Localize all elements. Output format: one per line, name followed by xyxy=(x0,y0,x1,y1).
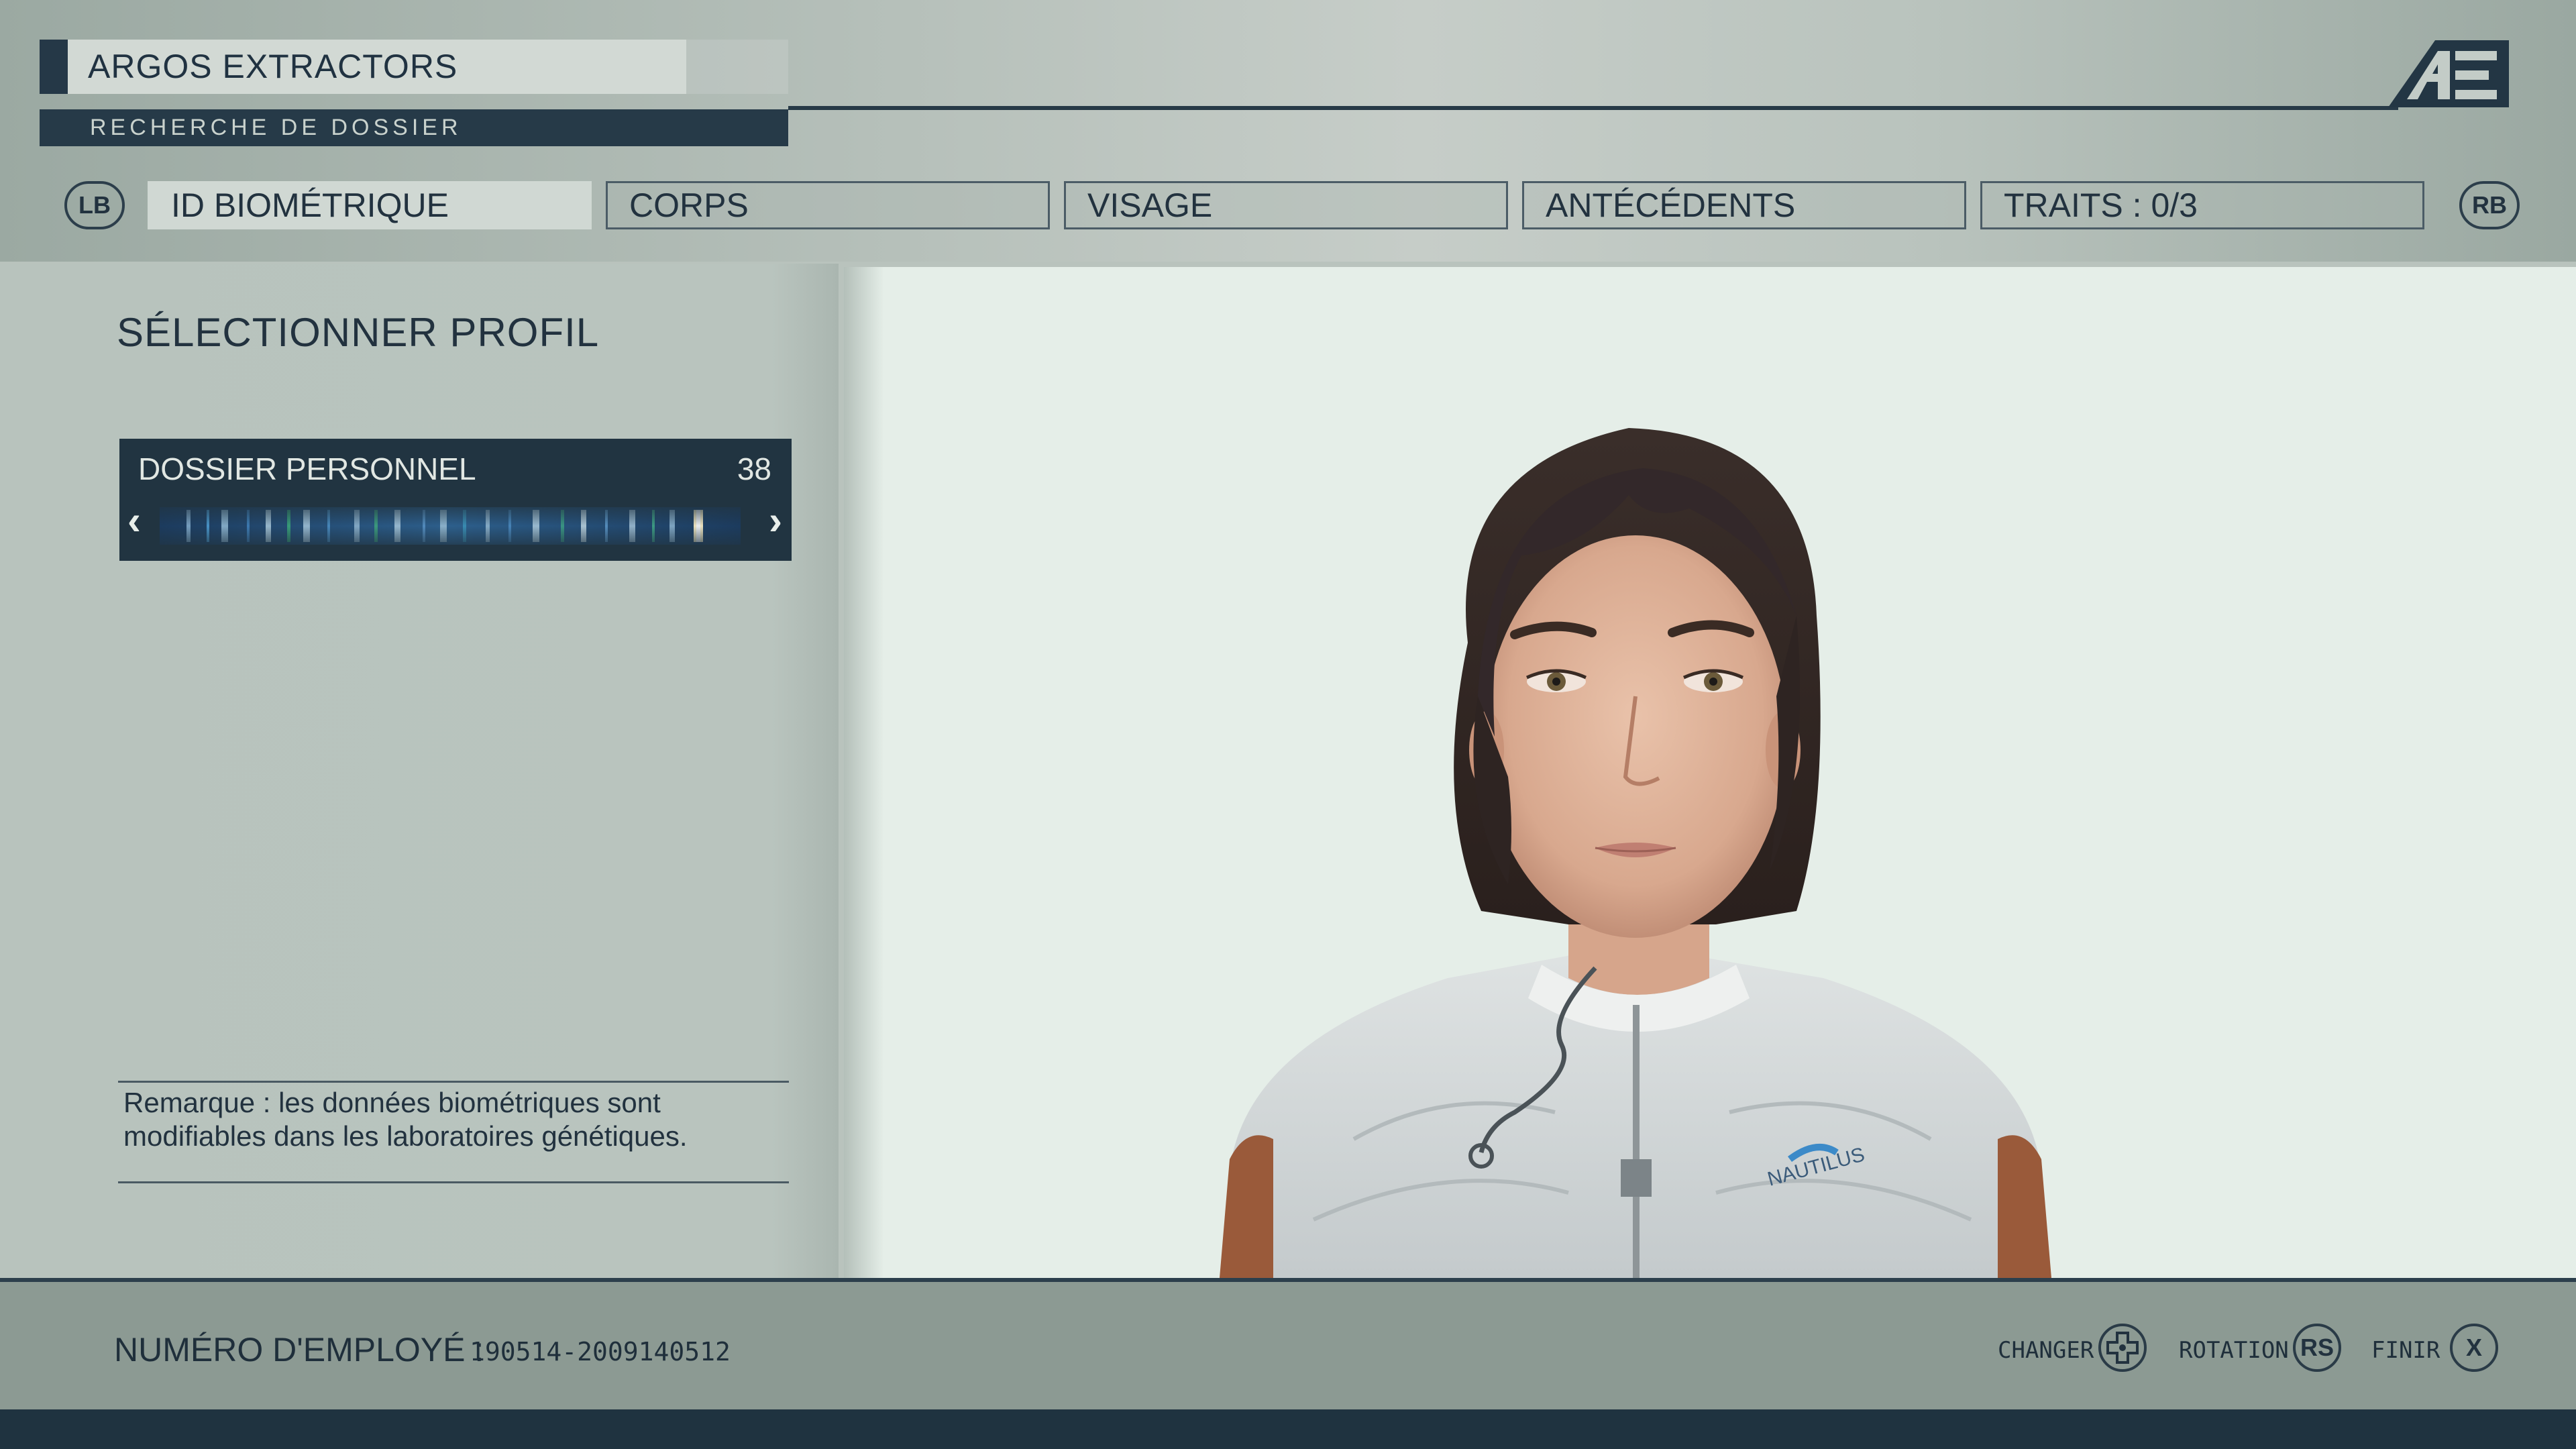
hint-finish-label: FINIR xyxy=(2371,1337,2440,1364)
company-banner: ARGOS EXTRACTORS xyxy=(40,40,788,94)
footer: NUMÉRO D'EMPLOYÉ : 190514-2009140512 CHA… xyxy=(0,1278,2576,1413)
profile-panel: SÉLECTIONNER PROFIL DOSSIER PERSONNEL 38… xyxy=(0,264,839,1278)
rb-bumper[interactable]: RB xyxy=(2459,181,2520,229)
profile-label: DOSSIER PERSONNEL xyxy=(138,451,476,486)
tab-corps[interactable]: CORPS xyxy=(606,181,1050,229)
chevron-left-icon[interactable]: ‹ xyxy=(127,500,141,541)
tab-visage[interactable]: VISAGE xyxy=(1064,181,1508,229)
chevron-right-icon[interactable]: › xyxy=(769,500,782,541)
hint-change-label: CHANGER xyxy=(1998,1337,2094,1364)
x-button-icon[interactable]: X xyxy=(2450,1324,2498,1372)
note-divider-top xyxy=(118,1081,789,1083)
hint-rotation-label: ROTATION xyxy=(2179,1337,2289,1364)
dpad-icon[interactable] xyxy=(2098,1324,2147,1372)
header-rule xyxy=(788,106,2398,110)
note-text: Remarque : les données biométriques sont… xyxy=(123,1087,688,1152)
subtitle-banner: RECHERCHE DE DOSSIER xyxy=(40,109,788,146)
employee-number-label: NUMÉRO D'EMPLOYÉ : xyxy=(114,1331,484,1368)
tab-antecedents[interactable]: ANTÉCÉDENTS xyxy=(1522,181,1966,229)
subtitle: RECHERCHE DE DOSSIER xyxy=(90,115,462,140)
profile-value: 38 xyxy=(737,451,771,486)
tab-id-biometrique[interactable]: ID BIOMÉTRIQUE xyxy=(148,181,592,229)
company-name: ARGOS EXTRACTORS xyxy=(88,48,458,85)
company-accent xyxy=(40,40,68,94)
header: ARGOS EXTRACTORS RECHERCHE DE DOSSIER LB… xyxy=(0,0,2576,262)
right-stick-icon[interactable]: RS xyxy=(2293,1324,2341,1372)
character-portrait[interactable]: NAUTILUS xyxy=(844,267,2576,1278)
lb-bumper[interactable]: LB xyxy=(64,181,125,229)
tab-traits[interactable]: TRAITS : 0/3 xyxy=(1980,181,2424,229)
bottom-bar xyxy=(0,1409,2576,1449)
employee-number-value: 190514-2009140512 xyxy=(470,1337,731,1366)
ae-logo-icon xyxy=(2388,40,2509,107)
dna-strip[interactable] xyxy=(160,507,741,545)
note-divider-bottom xyxy=(118,1181,789,1183)
profile-selector[interactable]: DOSSIER PERSONNEL 38 ‹ › xyxy=(119,439,792,561)
character-viewport[interactable]: NAUTILUS xyxy=(844,267,2576,1278)
panel-heading: SÉLECTIONNER PROFIL xyxy=(117,310,600,355)
